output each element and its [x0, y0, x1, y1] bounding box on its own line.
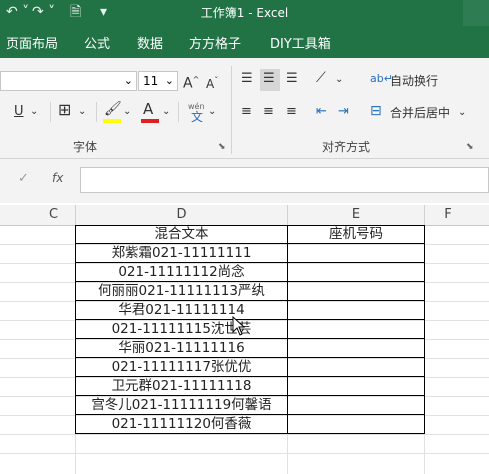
chevron-down-icon[interactable]: ⌄	[335, 71, 343, 89]
font-size-value: 11	[143, 74, 159, 88]
align-middle-icon[interactable]: ☰	[263, 70, 275, 88]
chevron-down-icon[interactable]: ⌄	[165, 72, 174, 90]
title-bar: ↶ ˅ ↷ ˅ 🗎 ▾ 工作簿1 - Excel	[0, 0, 489, 26]
font-color-icon[interactable]: A	[143, 100, 153, 118]
chevron-down-icon[interactable]: ⌄	[123, 103, 131, 121]
mouse-cursor-icon	[232, 316, 246, 336]
column-header-c[interactable]: C	[0, 205, 76, 225]
table-cell-mixed-text[interactable]: 021-11111120何香薇	[75, 415, 288, 434]
chevron-down-icon[interactable]: ⌄	[208, 103, 216, 121]
table-cell-landline[interactable]	[287, 263, 425, 282]
increase-indent-icon[interactable]: ⇥	[338, 103, 349, 121]
table-cell-landline[interactable]	[287, 282, 425, 301]
align-right-icon[interactable]: ≡	[286, 103, 297, 121]
divider	[96, 102, 97, 122]
align-top-icon[interactable]: ☰	[241, 70, 253, 88]
formula-bar: ✓ fx	[0, 159, 489, 203]
table-cell-mixed-text[interactable]: 郑紫霜021-11111111	[75, 244, 288, 263]
table-cell-landline[interactable]	[287, 244, 425, 263]
table-cell-mixed-text[interactable]: 021-11111117张优优	[75, 358, 288, 377]
formula-input[interactable]	[80, 167, 489, 193]
align-center-icon[interactable]: ≡	[263, 103, 274, 121]
tab-formulas[interactable]: 公式	[84, 33, 110, 52]
alignment-group-label: 对齐方式	[322, 140, 371, 154]
align-bottom-icon[interactable]: ☰	[286, 70, 298, 88]
table-cell-mixed-text[interactable]: 021-11111115沈世芸	[75, 320, 288, 339]
column-header-e[interactable]: E	[288, 205, 425, 225]
table-cell-mixed-text[interactable]: 021-11111112尚念	[75, 263, 288, 282]
underline-button[interactable]: U	[14, 103, 24, 121]
table-cell-landline[interactable]	[287, 415, 425, 434]
orientation-icon[interactable]: ⟋	[316, 69, 326, 87]
table-cell-mixed-text[interactable]: 宫冬儿021-11111119何馨语	[75, 396, 288, 415]
decrease-indent-icon[interactable]: ⇤	[316, 103, 327, 121]
table-cell-landline[interactable]	[287, 358, 425, 377]
divider	[50, 102, 51, 122]
chevron-down-icon[interactable]: ⌄	[458, 104, 466, 122]
merge-center-icon[interactable]: ⊟	[370, 102, 382, 120]
tab-page-layout[interactable]: 页面布局	[6, 33, 58, 52]
table-cell-mixed-text[interactable]: 华丽021-11111116	[75, 339, 288, 358]
align-left-icon[interactable]: ≡	[241, 103, 252, 121]
table-cell-landline[interactable]	[287, 301, 425, 320]
tab-data[interactable]: 数据	[137, 33, 163, 52]
window-control-button[interactable]	[463, 0, 489, 26]
dialog-launcher-icon[interactable]: ⬊	[218, 142, 226, 152]
table-cell-landline[interactable]	[287, 377, 425, 396]
column-header-f[interactable]: F	[425, 205, 489, 225]
table-top-border	[75, 225, 425, 226]
shrink-font-button[interactable]: Aˇ	[206, 72, 218, 93]
font-group-label: 字体	[73, 140, 98, 154]
chevron-down-icon[interactable]: ⌄	[124, 72, 133, 90]
gridline	[0, 434, 489, 435]
shrink-font-label: A	[206, 77, 215, 91]
fill-color-icon[interactable]: 🖌	[104, 100, 122, 118]
column-headers: C D E F	[0, 205, 489, 226]
divider	[178, 102, 179, 122]
column-header-d[interactable]: D	[76, 205, 288, 225]
dialog-launcher-icon[interactable]: ⬊	[466, 142, 474, 152]
borders-icon[interactable]: ⊞	[58, 101, 71, 119]
table-cell-landline[interactable]	[287, 339, 425, 358]
window-title: 工作簿1 - Excel	[200, 6, 289, 20]
wrap-text-button[interactable]: 自动换行	[390, 72, 438, 90]
table-cell-mixed-text[interactable]: 何丽丽021-11111113严纨	[75, 282, 288, 301]
gridline	[0, 453, 489, 454]
ribbon: ⌄ 11 ⌄ A^ Aˇ U ⌄ ⊞ ⌄ 🖌 ⌄ A ⌄ wén 文 ⌄ 字体 …	[0, 58, 489, 159]
enter-checkmark-icon[interactable]: ✓	[18, 171, 29, 186]
table-cell-landline[interactable]	[287, 396, 425, 415]
fill-color-swatch	[103, 119, 121, 123]
phonetic-guide-icon[interactable]: 文	[191, 108, 203, 126]
merge-center-button[interactable]: 合并后居中	[390, 104, 450, 122]
grow-font-label: A	[183, 75, 193, 92]
font-color-swatch	[141, 119, 159, 123]
font-name-combo[interactable]: ⌄	[0, 71, 137, 91]
grow-font-button[interactable]: A^	[183, 71, 199, 93]
ribbon-tabs: 页面布局 公式 数据 方方格子 DIY工具箱	[0, 26, 489, 58]
tab-fangfang-gezi[interactable]: 方方格子	[189, 33, 241, 52]
table-cell-mixed-text[interactable]: 卫元群021-11111118	[75, 377, 288, 396]
insert-function-icon[interactable]: fx	[52, 171, 63, 185]
table-header-cell-mixed-text[interactable]: 混合文本	[75, 225, 288, 244]
table-cell-mixed-text[interactable]: 华君021-11111114	[75, 301, 288, 320]
table-header-cell-landline[interactable]: 座机号码	[287, 225, 425, 244]
group-divider	[231, 66, 232, 154]
chevron-down-icon[interactable]: ⌄	[162, 103, 170, 121]
chevron-down-icon[interactable]: ⌄	[78, 103, 86, 121]
chevron-down-icon[interactable]: ⌄	[30, 103, 38, 121]
worksheet-grid[interactable]: 混合文本 座机号码 郑紫霜021-11111111 021-11111112尚念…	[0, 225, 489, 474]
table-cell-landline[interactable]	[287, 320, 425, 339]
tab-diy-toolbox[interactable]: DIY工具箱	[270, 33, 331, 52]
font-size-combo[interactable]: 11 ⌄	[138, 71, 178, 91]
